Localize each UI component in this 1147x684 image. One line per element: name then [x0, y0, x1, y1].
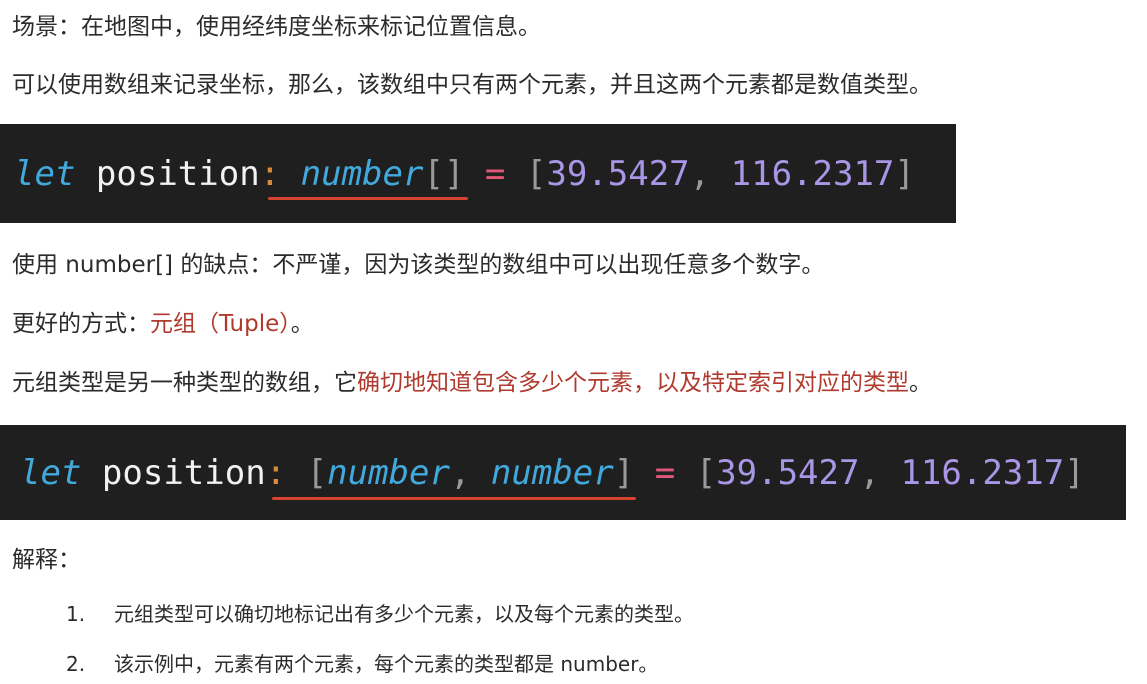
- tuple-highlight: 元组（Tuple）: [150, 311, 291, 337]
- type-number: number: [300, 153, 424, 194]
- list-item: 2. 该示例中，元素有两个元素，每个元素的类型都是 number。: [66, 650, 658, 678]
- array-brackets: []: [423, 153, 465, 194]
- tuple-description-suffix: 。: [909, 370, 932, 396]
- equals-operator: =: [654, 452, 676, 493]
- better-way-text: 更好的方式：元组（Tuple）。: [12, 309, 314, 339]
- list-item: 1. 元组类型可以确切地标记出有多少个元素，以及每个元素的类型。: [66, 600, 694, 628]
- code-line: let position: number[] = [39.5427, 116.2…: [14, 124, 915, 223]
- tuple-comma: ,: [449, 452, 471, 493]
- identifier-position: position: [95, 153, 260, 194]
- list-index: 2.: [66, 652, 86, 676]
- open-bracket: [: [695, 452, 717, 493]
- colon: :: [259, 153, 281, 194]
- tuple-description-highlight: 确切地知道包含多少个元素，以及特定索引对应的类型: [357, 370, 909, 396]
- type-number-second: number: [490, 452, 614, 493]
- code-block-tuple: let position: [number, number] = [39.542…: [0, 425, 1126, 520]
- keyword-let: let: [20, 452, 82, 493]
- comma: ,: [689, 153, 711, 194]
- code-block-array: let position: number[] = [39.5427, 116.2…: [0, 124, 956, 223]
- scenario-text: 场景：在地图中，使用经纬度坐标来标记位置信息。: [12, 14, 541, 40]
- drawback-text: 使用 number[] 的缺点：不严谨，因为该类型的数组中可以出现任意多个数字。: [12, 252, 825, 278]
- explain-title: 解释：: [12, 547, 81, 573]
- close-bracket: ]: [894, 153, 915, 194]
- array-description: 可以使用数组来记录坐标，那么，该数组中只有两个元素，并且这两个元素都是数值类型。: [12, 72, 932, 98]
- open-bracket: [: [525, 153, 547, 194]
- close-bracket: ]: [1064, 452, 1085, 493]
- value-longitude: 116.2317: [730, 153, 895, 194]
- identifier-position: position: [101, 452, 266, 493]
- tuple-type-underline: [272, 497, 636, 500]
- tuple-description-prefix: 元组类型是另一种类型的数组，它: [12, 370, 357, 396]
- tuple-open-bracket: [: [306, 452, 328, 493]
- tuple-close-bracket: ]: [613, 452, 635, 493]
- tuple-description: 元组类型是另一种类型的数组，它确切地知道包含多少个元素，以及特定索引对应的类型。: [12, 368, 932, 398]
- better-way-suffix: 。: [290, 311, 314, 337]
- keyword-let: let: [14, 153, 76, 194]
- value-latitude: 39.5427: [716, 452, 860, 493]
- code-line: let position: [number, number] = [39.542…: [20, 425, 1085, 520]
- list-text: 该示例中，元素有两个元素，每个元素的类型都是 number。: [114, 652, 659, 676]
- value-latitude: 39.5427: [546, 153, 690, 194]
- type-underline: [268, 197, 468, 200]
- comma: ,: [859, 452, 880, 493]
- list-index: 1.: [66, 602, 86, 626]
- better-way-prefix: 更好的方式：: [12, 311, 150, 337]
- type-number-first: number: [327, 452, 450, 493]
- list-text: 元组类型可以确切地标记出有多少个元素，以及每个元素的类型。: [114, 602, 694, 626]
- colon: :: [265, 452, 287, 493]
- value-longitude: 116.2317: [900, 452, 1065, 493]
- equals-operator: =: [484, 153, 506, 194]
